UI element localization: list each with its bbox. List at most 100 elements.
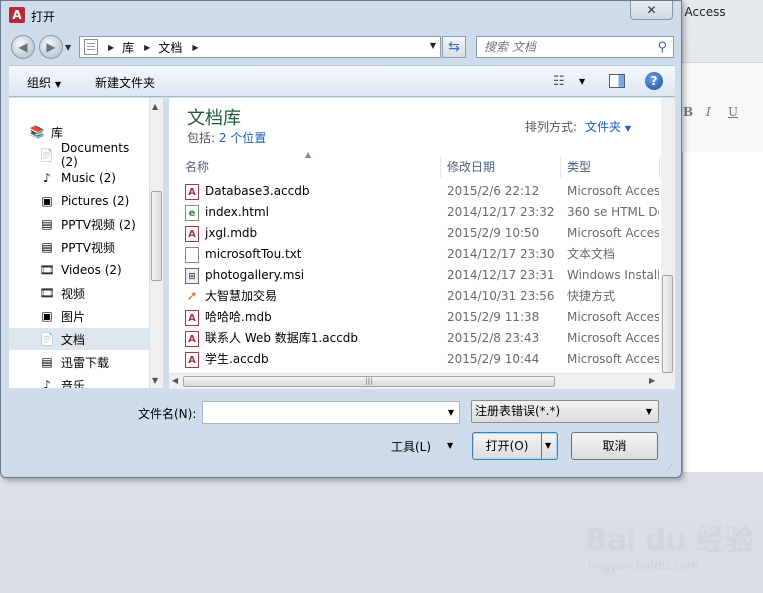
- document-folder-icon: [84, 39, 98, 55]
- search-input[interactable]: [477, 37, 647, 57]
- recent-locations-dropdown[interactable]: ▼: [65, 43, 71, 52]
- breadcrumb-library[interactable]: 库: [122, 39, 134, 56]
- dialog-titlebar[interactable]: A 打开 ✕: [1, 1, 681, 31]
- open-button[interactable]: 打开(O) ▼: [472, 432, 558, 460]
- new-folder-button[interactable]: 新建文件夹: [95, 74, 155, 91]
- file-date: 2015/2/6 22:12: [447, 184, 540, 198]
- breadcrumb-documents[interactable]: 文档: [158, 39, 182, 56]
- file-row[interactable]: A 哈哈哈.mdb 2015/2/9 11:38 Microsoft Access: [169, 307, 675, 328]
- file-list-horizontal-scrollbar[interactable]: ◀ ||| ▶: [169, 373, 661, 389]
- file-row[interactable]: microsoftTou.txt 2014/12/17 23:30 文本文档: [169, 244, 675, 265]
- file-name: 哈哈哈.mdb: [205, 310, 272, 324]
- organize-button[interactable]: 组织 ▼: [27, 74, 61, 91]
- file-name: microsoftTou.txt: [205, 247, 302, 261]
- file-date: 2014/12/17 23:30: [447, 247, 555, 261]
- tools-dropdown-icon[interactable]: ▼: [447, 441, 453, 450]
- sidebar-item-label: 视频: [61, 286, 86, 301]
- sidebar-item[interactable]: ▤ PPTV视频 (2): [9, 213, 149, 235]
- help-icon[interactable]: ?: [645, 72, 663, 90]
- tools-button[interactable]: 工具(L): [391, 438, 431, 455]
- sidebar-item[interactable]: ♪ 音乐: [9, 374, 149, 388]
- file-row[interactable]: ➚ 大智慧加交易 2014/10/31 23:56 快捷方式: [169, 286, 675, 307]
- scroll-left-arrow-icon[interactable]: ◀: [172, 376, 178, 385]
- file-type: 文本文档: [567, 247, 616, 261]
- scroll-up-arrow-icon[interactable]: ▲: [152, 102, 158, 111]
- open-button-label: 打开(O): [485, 439, 529, 453]
- sidebar-item[interactable]: ▣ Pictures (2): [9, 190, 149, 212]
- sidebar-item-label: 迅雷下载: [61, 355, 110, 370]
- sidebar-item[interactable]: ▤ 迅雷下载: [9, 351, 149, 373]
- open-options-dropdown-icon[interactable]: ▼: [545, 433, 551, 459]
- open-button-split: [541, 433, 542, 459]
- horizontal-scroll-thumb[interactable]: |||: [183, 376, 555, 387]
- sidebar-item-label: Pictures (2): [61, 194, 130, 208]
- sidebar-item[interactable]: ♪ Music (2): [9, 167, 149, 189]
- sidebar-item[interactable]: ▤ PPTV视频: [9, 236, 149, 258]
- scroll-thumb[interactable]: [151, 191, 162, 281]
- sidebar-item[interactable]: 🎞 Videos (2): [9, 259, 149, 281]
- file-name: 联系人 Web 数据库1.accdb: [205, 331, 359, 345]
- change-view-icon[interactable]: ☷: [553, 74, 565, 89]
- filename-label: 文件名(N):: [138, 407, 197, 421]
- file-row[interactable]: A Database3.accdb 2015/2/6 22:12 Microsoft …: [169, 181, 675, 202]
- file-row[interactable]: A 联系人 Web 数据库1.accdb 2015/2/8 23:43 Microso…: [169, 328, 675, 349]
- column-header-name[interactable]: 名称: [185, 156, 209, 178]
- sidebar-item[interactable]: 📄 Documents (2): [9, 141, 149, 169]
- sidebar-item-label: Music (2): [61, 171, 116, 185]
- refresh-button[interactable]: ⇆: [442, 36, 466, 58]
- forward-button[interactable]: ▶: [39, 35, 63, 59]
- view-options-dropdown-icon[interactable]: ▼: [579, 77, 585, 86]
- search-box[interactable]: ⚲: [476, 36, 674, 58]
- videos-icon: 🎞: [39, 263, 55, 277]
- navigation-pane-scrollbar[interactable]: ▲ ▼: [149, 98, 163, 388]
- breadcrumb-separator-icon[interactable]: ▶: [192, 43, 198, 52]
- italic-button[interactable]: I: [706, 105, 711, 119]
- back-button[interactable]: ◀: [11, 35, 35, 59]
- documents-icon: 📄: [39, 332, 55, 346]
- file-row[interactable]: e index.html 2014/12/17 23:32 360 se HTML D…: [169, 202, 675, 223]
- file-name: index.html: [205, 205, 269, 219]
- column-divider[interactable]: [440, 156, 441, 178]
- cancel-button[interactable]: 取消: [571, 432, 658, 460]
- scroll-down-arrow-icon[interactable]: ▼: [152, 376, 158, 385]
- library-icon: 📚: [29, 125, 45, 139]
- filename-input[interactable]: ▼: [202, 401, 460, 424]
- sidebar-item-label: 图片: [61, 309, 86, 324]
- column-header-date[interactable]: 修改日期: [447, 156, 495, 178]
- file-date: 2015/2/8 23:43: [447, 331, 540, 345]
- file-name-cell: e index.html: [185, 202, 440, 223]
- file-row[interactable]: Ajxgl.mdb 2015/2/9 10:50 Microsoft Access: [169, 223, 675, 244]
- filename-dropdown-icon[interactable]: ▼: [448, 408, 454, 417]
- file-list-vertical-scrollbar[interactable]: [661, 98, 675, 389]
- breadcrumb-separator-icon[interactable]: ▶: [108, 43, 114, 52]
- resize-grip-icon[interactable]: ⋰: [665, 463, 673, 472]
- sidebar-item[interactable]: 📚 库: [9, 121, 149, 143]
- arrange-by-dropdown[interactable]: 文件夹 ▼: [585, 120, 631, 134]
- underline-button[interactable]: U: [728, 105, 738, 119]
- column-header-type[interactable]: 类型: [567, 156, 591, 178]
- organize-dropdown-icon: ▼: [55, 80, 62, 89]
- search-icon[interactable]: ⚲: [657, 40, 667, 55]
- file-list-scroll-thumb[interactable]: [662, 275, 673, 373]
- file-row[interactable]: A 学生.accdb 2015/2/9 10:44 Microsoft Access: [169, 349, 675, 370]
- breadcrumb-separator-icon[interactable]: ▶: [144, 43, 150, 52]
- close-button[interactable]: ✕: [630, 1, 673, 20]
- file-type-filter[interactable]: 注册表错误(*.*) ▼: [471, 400, 659, 423]
- sidebar-item[interactable]: ▣ 图片: [9, 305, 149, 327]
- column-divider[interactable]: [659, 156, 660, 178]
- library-includes: 包括: 2 个位置: [187, 129, 266, 146]
- bold-button[interactable]: B: [683, 105, 693, 119]
- includes-locations-link[interactable]: 2 个位置: [219, 131, 266, 145]
- column-divider[interactable]: [560, 156, 561, 178]
- preview-pane-icon[interactable]: [609, 74, 625, 88]
- sidebar-item-label: Documents (2): [60, 141, 130, 169]
- address-dropdown-arrow[interactable]: ▼: [430, 41, 436, 50]
- filter-dropdown-icon[interactable]: ▼: [646, 401, 652, 422]
- scroll-right-arrow-icon[interactable]: ▶: [649, 376, 655, 385]
- file-row[interactable]: ⊞ photogallery.msi 2014/12/17 23:31 Windows…: [169, 265, 675, 286]
- address-bar[interactable]: ▶ 库 ▶ 文档 ▶ ▼: [79, 36, 441, 58]
- sidebar-item[interactable]: 📄 文档: [9, 328, 149, 350]
- sidebar-item-label: 库: [51, 125, 64, 140]
- baidu-jingyan-watermark: Bai du 经验 jingyan.baidu.com: [585, 515, 755, 585]
- sidebar-item[interactable]: 🎞 视频: [9, 282, 149, 304]
